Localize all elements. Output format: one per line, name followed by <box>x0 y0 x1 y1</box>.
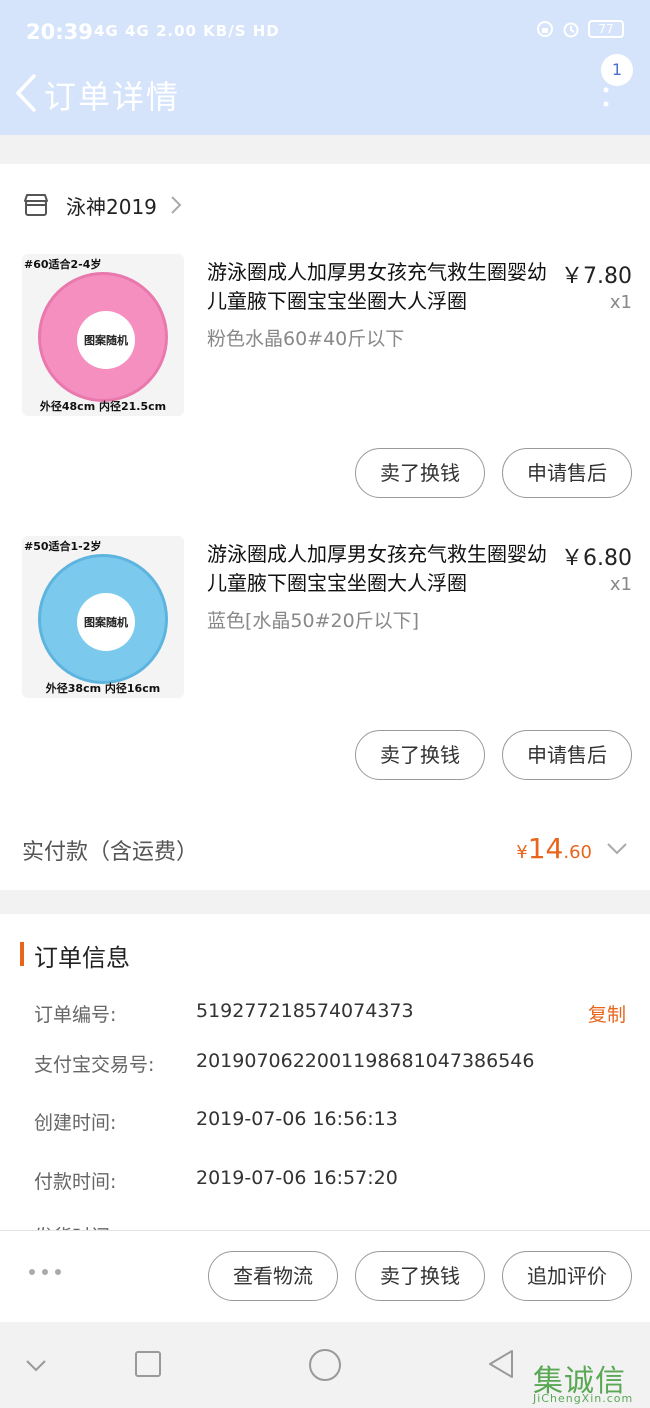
image-center-text: 图案随机 <box>77 311 135 369</box>
recent-apps-icon[interactable] <box>134 1350 162 1378</box>
product-image[interactable]: #50适合1-2岁 图案随机 外径38cm 内径16cm <box>22 536 184 698</box>
sell-button[interactable]: 卖了换钱 <box>355 1251 485 1301</box>
more-vertical-icon[interactable] <box>601 86 611 108</box>
product-title[interactable]: 游泳圈成人加厚男女孩充气救生圈婴幼儿童腋下圈宝宝坐圈大人浮圈 <box>207 540 553 598</box>
shop-name: 泳神2019 <box>66 194 157 219</box>
created-time-value: 2019-07-06 16:56:13 <box>196 1108 398 1130</box>
alipay-trade-value: 2019070622001198681047386546 <box>196 1050 535 1072</box>
section-accent-bar <box>20 942 24 966</box>
product-spec: 蓝色[水晶50#20斤以下] <box>207 610 420 632</box>
watermark-logo: 集诚信 JiChengXin.com <box>533 1356 649 1408</box>
order-detail-page: 20:39 4G 4G 2.00 KB/S HD 77 订单详情 1 泳神201… <box>0 0 650 1408</box>
sell-button[interactable]: 卖了换钱 <box>355 730 485 780</box>
order-card: 泳神2019 #60适合2-4岁 图案随机 外径48cm 内径21.5cm 游泳… <box>0 164 650 890</box>
order-info-section: 订单信息 订单编号: 519277218574074373 复制 支付宝交易号:… <box>0 914 650 1230</box>
chevron-down-icon[interactable] <box>606 842 628 856</box>
status-icons: 77 <box>536 20 624 38</box>
product-quantity: x1 <box>609 292 632 313</box>
created-time-label: 创建时间: <box>34 1112 117 1134</box>
total-amount: ¥14.60 <box>516 832 592 865</box>
status-bar: 20:39 4G 4G 2.00 KB/S HD 77 <box>0 0 650 64</box>
lock-icon <box>537 21 553 37</box>
after-sales-button[interactable]: 申请售后 <box>502 730 632 780</box>
shipped-time-label: 发货时间: <box>34 1222 116 1230</box>
network-indicator: 4G 4G 2.00 KB/S HD <box>94 22 280 40</box>
chevron-right-icon <box>171 196 182 214</box>
order-number-value: 519277218574074373 <box>196 1000 414 1022</box>
back-triangle-icon[interactable] <box>486 1348 516 1380</box>
view-logistics-button[interactable]: 查看物流 <box>208 1251 338 1301</box>
home-icon[interactable] <box>308 1348 342 1382</box>
product-image[interactable]: #60适合2-4岁 图案随机 外径48cm 内径21.5cm <box>22 254 184 416</box>
swim-ring-graphic: 图案随机 <box>38 272 168 402</box>
store-icon <box>24 194 48 216</box>
add-review-button[interactable]: 追加评价 <box>502 1251 632 1301</box>
image-tag: #50适合1-2岁 <box>24 540 102 553</box>
product-spec: 粉色水晶60#40斤以下 <box>207 328 405 350</box>
more-horizontal-icon[interactable] <box>28 1267 62 1277</box>
alipay-trade-label: 支付宝交易号: <box>34 1054 155 1076</box>
product-price: ￥6.80 <box>561 546 632 571</box>
app-header: 20:39 4G 4G 2.00 KB/S HD 77 订单详情 1 <box>0 0 650 135</box>
notification-badge[interactable]: 1 <box>601 54 633 86</box>
currency-symbol: ¥ <box>516 842 528 863</box>
total-integer: 14 <box>527 832 564 865</box>
after-sales-button[interactable]: 申请售后 <box>502 448 632 498</box>
paid-time-label: 付款时间: <box>34 1171 117 1193</box>
paid-time-value: 2019-07-06 16:57:20 <box>196 1167 398 1189</box>
image-center-text: 图案随机 <box>77 593 135 651</box>
product-price: ￥7.80 <box>561 264 632 289</box>
product-quantity: x1 <box>609 574 632 595</box>
page-title: 订单详情 <box>44 78 181 116</box>
alarm-icon <box>563 22 579 38</box>
collapse-down-icon[interactable] <box>24 1358 48 1374</box>
product-title[interactable]: 游泳圈成人加厚男女孩充气救生圈婴幼儿童腋下圈宝宝坐圈大人浮圈 <box>207 258 553 316</box>
order-number-label: 订单编号: <box>34 1004 117 1026</box>
shop-header[interactable]: 泳神2019 <box>22 188 183 222</box>
swim-ring-graphic: 图案随机 <box>38 554 168 684</box>
image-tag: #60适合2-4岁 <box>24 258 102 271</box>
back-arrow-icon[interactable] <box>10 70 40 116</box>
bottom-action-bar: 查看物流 卖了换钱 追加评价 <box>0 1230 650 1322</box>
section-title: 订单信息 <box>34 944 130 972</box>
status-time: 20:39 <box>26 20 93 44</box>
copy-button[interactable]: 复制 <box>588 1000 626 1027</box>
watermark-url: JiChengXin.com <box>533 1392 634 1405</box>
total-decimal: .60 <box>563 842 592 863</box>
image-size-text: 外径38cm 内径16cm <box>45 682 161 695</box>
battery-indicator: 77 <box>588 20 624 38</box>
image-size-text: 外径48cm 内径21.5cm <box>39 400 167 413</box>
total-label: 实付款（含运费） <box>22 840 199 865</box>
sell-button[interactable]: 卖了换钱 <box>355 448 485 498</box>
